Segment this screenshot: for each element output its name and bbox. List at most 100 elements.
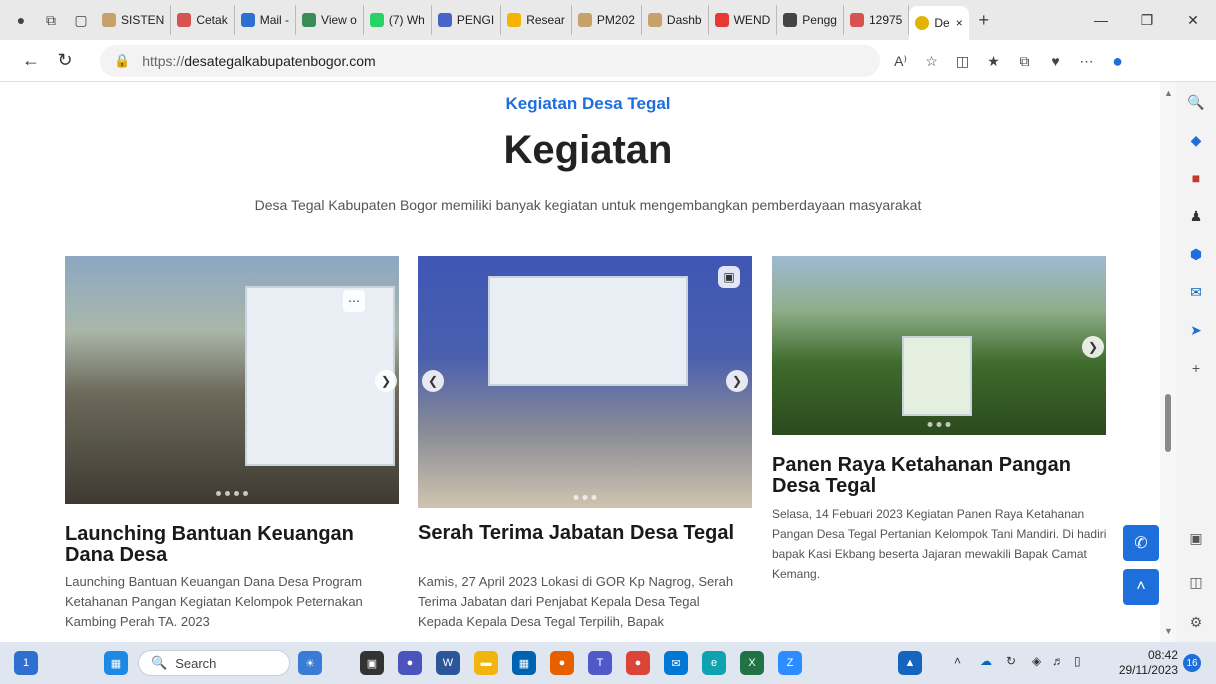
- widgets-icon[interactable]: ☀: [298, 651, 322, 675]
- back-to-top-button[interactable]: ˄: [1123, 569, 1159, 605]
- profile-icon[interactable]: ●: [6, 5, 36, 35]
- close-tab-icon[interactable]: ×: [956, 16, 963, 30]
- page-subtitle: Desa Tegal Kabupaten Bogor memiliki bany…: [254, 197, 922, 213]
- browser-essentials-icon[interactable]: ♥: [1040, 45, 1071, 77]
- favorites-icon[interactable]: ★: [978, 45, 1009, 77]
- browser-tab[interactable]: WEND: [709, 5, 778, 35]
- close-window-button[interactable]: ✕: [1170, 0, 1216, 40]
- wifi-icon[interactable]: ◈: [1032, 654, 1041, 668]
- card-2-carousel-dots[interactable]: [573, 495, 597, 500]
- tab-label: Cetak: [196, 13, 228, 27]
- card-2-zoom-icon[interactable]: ▣: [718, 266, 740, 288]
- store-icon[interactable]: ▦: [512, 651, 536, 675]
- browser-tab[interactable]: Dashb: [642, 5, 709, 35]
- chrome-icon[interactable]: ●: [626, 651, 650, 675]
- sidebar-send-icon[interactable]: ➤: [1186, 320, 1206, 340]
- taskbar-search-input[interactable]: 🔍 Search: [138, 650, 290, 676]
- alert-badge: 1: [22, 657, 30, 669]
- file-explorer-icon[interactable]: ▬: [474, 651, 498, 675]
- firefox-icon[interactable]: ●: [550, 651, 574, 675]
- browser-tab[interactable]: Cetak: [171, 5, 235, 35]
- teams-icon[interactable]: T: [588, 651, 612, 675]
- sidebar-microsoft365-icon[interactable]: ⬢: [1186, 244, 1206, 264]
- edge-icon[interactable]: e: [702, 651, 726, 675]
- photos-icon[interactable]: ▲: [898, 651, 922, 675]
- card-1-next-arrow-icon[interactable]: ❯: [375, 370, 397, 392]
- card-3-carousel-dots[interactable]: [927, 422, 951, 427]
- card-1-photo[interactable]: ⋯ ❯: [65, 256, 399, 504]
- copilot-icon[interactable]: ●: [1102, 45, 1133, 77]
- favorite-star-icon[interactable]: ☆: [916, 45, 947, 77]
- tab-actions-icon[interactable]: ▢: [66, 5, 96, 35]
- browser-tab[interactable]: Mail -: [235, 5, 297, 35]
- card-3-photo[interactable]: ❯: [772, 256, 1106, 435]
- sidebar-outlook-icon[interactable]: ✉: [1186, 282, 1206, 302]
- card-3-title[interactable]: Panen Raya Ketahanan Pangan Desa Tegal: [772, 455, 1072, 497]
- collections-icon[interactable]: ⧉: [1009, 45, 1040, 77]
- card-1-more-icon[interactable]: ⋯: [343, 290, 365, 312]
- more-options-icon[interactable]: ⋯: [1071, 45, 1102, 77]
- sidebar-screenshot-icon[interactable]: ▣: [1186, 528, 1206, 548]
- browser-tab[interactable]: Pengg: [777, 5, 844, 35]
- scrollbar-thumb[interactable]: [1165, 394, 1171, 452]
- tab-favicon-icon: [783, 13, 798, 27]
- sidebar-games-icon[interactable]: ♟: [1186, 206, 1206, 226]
- read-aloud-icon[interactable]: A⁾: [885, 45, 916, 77]
- refresh-button[interactable]: ↻: [48, 44, 82, 78]
- volume-icon[interactable]: ♬: [1052, 654, 1064, 668]
- card-1-carousel-dots[interactable]: [216, 491, 248, 496]
- back-button[interactable]: ←: [14, 44, 48, 78]
- tray-expand-icon[interactable]: ˄: [954, 654, 961, 668]
- browser-tab[interactable]: (7) Wh: [364, 5, 432, 35]
- browser-tab[interactable]: View o: [296, 5, 364, 35]
- tab-label: WEND: [733, 13, 771, 27]
- split-screen-icon[interactable]: ◫: [947, 45, 978, 77]
- word-icon[interactable]: W: [436, 651, 460, 675]
- phone-call-button[interactable]: ✆: [1123, 525, 1159, 561]
- browser-tab[interactable]: Resear: [501, 5, 572, 35]
- site-info-icon[interactable]: 🔒: [114, 53, 130, 69]
- scroll-down-arrow-icon[interactable]: ▼: [1164, 626, 1173, 636]
- card-1-text: Launching Bantuan Keuangan Dana Desa Pro…: [65, 574, 363, 629]
- chat-app-icon[interactable]: ●: [398, 651, 422, 675]
- start-windows-icon[interactable]: ▦: [104, 651, 128, 675]
- card-2-photo-banner: [488, 276, 688, 386]
- sidebar-settings-icon[interactable]: ⚙: [1186, 612, 1206, 632]
- battery-icon[interactable]: ▯: [1074, 654, 1081, 668]
- browser-tab[interactable]: PENGI: [432, 5, 502, 35]
- workspaces-icon[interactable]: ⧉: [36, 5, 66, 35]
- mail-icon[interactable]: ✉: [664, 651, 688, 675]
- card-2-next-arrow-icon[interactable]: ❯: [726, 370, 748, 392]
- page-scrollbar[interactable]: ▲ ▼: [1160, 82, 1176, 642]
- network-status-icon[interactable]: ↻: [1006, 654, 1016, 668]
- scroll-up-arrow-icon[interactable]: ▲: [1164, 88, 1173, 98]
- sidebar-tools-icon[interactable]: ■: [1186, 168, 1206, 188]
- task-view-icon[interactable]: ▣: [360, 651, 384, 675]
- sidebar-hide-icon[interactable]: ◫: [1186, 572, 1206, 592]
- notification-count-badge[interactable]: 16: [1183, 654, 1201, 672]
- browser-tab[interactable]: PM202: [572, 5, 642, 35]
- card-2-title[interactable]: Serah Terima Jabatan Desa Tegal: [418, 523, 752, 544]
- browser-tab[interactable]: SISTEN: [96, 5, 172, 35]
- restore-button[interactable]: ❐: [1124, 0, 1170, 40]
- onedrive-icon[interactable]: ☁: [980, 654, 992, 668]
- tab-label: Resear: [526, 13, 565, 27]
- zoom-icon[interactable]: Z: [778, 651, 802, 675]
- url-input[interactable]: 🔒 https:// desategalkabupatenbogor.com: [100, 45, 880, 77]
- sidebar-search-icon[interactable]: 🔍: [1186, 92, 1206, 112]
- card-2-prev-arrow-icon[interactable]: ❮: [422, 370, 444, 392]
- sidebar-add-icon[interactable]: +: [1186, 358, 1206, 378]
- sidebar-shopping-icon[interactable]: ◆: [1186, 130, 1206, 150]
- minimize-button[interactable]: —: [1078, 0, 1124, 40]
- taskbar-clock[interactable]: 08:42 29/11/2023: [1118, 648, 1178, 678]
- tab-active[interactable]: De ×: [909, 6, 969, 40]
- tab-label: Pengg: [802, 13, 837, 27]
- browser-tab[interactable]: 12975: [844, 5, 910, 35]
- card-2-photo[interactable]: ▣ ❮ ❯: [418, 256, 752, 508]
- chat-badge-icon[interactable]: 1: [14, 651, 38, 675]
- new-tab-button[interactable]: +: [969, 5, 999, 35]
- card-3-next-arrow-icon[interactable]: ❯: [1082, 336, 1104, 358]
- excel-icon[interactable]: X: [740, 651, 764, 675]
- card-1-title[interactable]: Launching Bantuan Keuangan Dana Desa: [65, 524, 399, 566]
- page-title: Kegiatan: [503, 128, 673, 172]
